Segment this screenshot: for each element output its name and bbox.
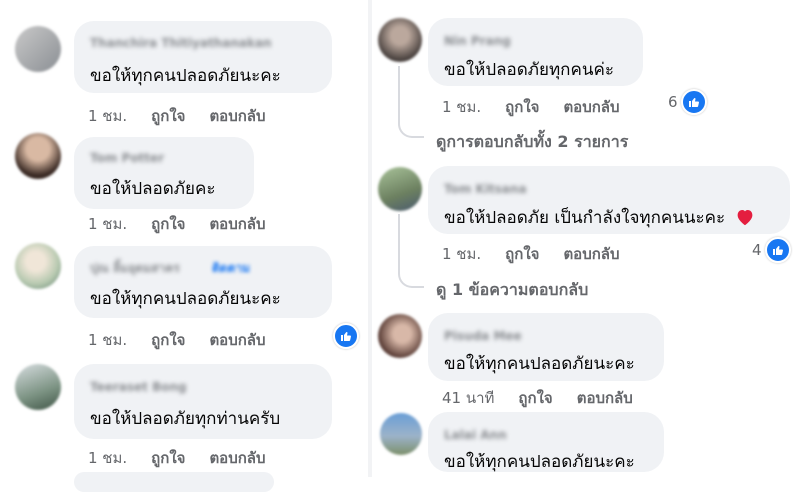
reply-link[interactable]: ตอบกลับ [209,212,265,236]
right-comment-panel: Nin Prang ขอให้ปลอดภัยทุกคนค่ะ 1 ชม. ถูก… [372,0,800,477]
comment-actions: 1 ชม. ถูกใจ ตอบกลับ [88,104,266,128]
comment-time[interactable]: 1 ชม. [88,446,127,470]
commenter-avatar[interactable] [15,364,61,410]
commenter-avatar[interactable] [378,18,422,62]
left-comment-panel: Thanchira Thitiyathanakan ขอให้ทุกคนปลอด… [0,0,372,492]
like-link[interactable]: ถูกใจ [151,328,185,352]
comment-text: ขอให้ปลอดภัยทุกคนค่ะ [444,60,614,80]
comment-text: ขอให้ปลอดภัยคะ [90,179,216,199]
commenter-avatar[interactable] [378,314,422,358]
commenter-avatar[interactable] [380,413,422,455]
like-thumb-icon [333,323,359,349]
reaction-count-value: 4 [752,241,762,259]
commenter-name[interactable]: Lalai Ann [444,428,507,442]
red-heart-icon [737,210,752,226]
comment-bubble-partial [74,472,274,492]
reaction-count[interactable] [333,323,359,349]
reply-link[interactable]: ตอบกลับ [209,104,265,128]
like-thumb-icon [680,89,707,115]
reaction-count[interactable]: 6 [668,89,707,115]
comment-text-body: ขอให้ปลอดภัย เป็นกำลังใจทุกคนนะคะ [444,208,726,228]
commenter-avatar[interactable] [15,26,61,72]
comment-text: ขอให้ทุกคนปลอดภัยนะคะ [444,452,635,472]
reply-link[interactable]: ตอบกลับ [563,242,619,266]
comment-actions: 1 ชม. ถูกใจ ตอบกลับ [88,446,266,470]
reply-link[interactable]: ตอบกลับ [577,386,633,410]
reply-thread-line [398,66,424,138]
reply-link[interactable]: ตอบกลับ [563,95,619,119]
comment-actions: 41 นาที ถูกใจ ตอบกลับ [442,386,633,410]
comment-actions: 1 ชม. ถูกใจ ตอบกลับ [442,242,620,266]
follow-link[interactable]: ติดตาม [212,259,250,278]
commenter-name[interactable]: Tom Kitsana [444,182,527,196]
reply-link[interactable]: ตอบกลับ [209,446,265,470]
reply-thread-line [398,214,424,288]
comment-text: ขอให้ปลอดภัย เป็นกำลังใจทุกคนนะคะ [444,204,755,231]
view-replies-link[interactable]: ดูการตอบกลับทั้ง 2 รายการ [436,130,628,155]
like-link[interactable]: ถูกใจ [505,95,539,119]
like-link[interactable]: ถูกใจ [151,212,185,236]
commenter-name[interactable]: Pisuda Mee [444,329,522,343]
like-link[interactable]: ถูกใจ [505,242,539,266]
comment-text: ขอให้ทุกคนปลอดภัยนะคะ [90,289,281,309]
comment-actions: 1 ชม. ถูกใจ ตอบกลับ [442,95,620,119]
comment-time[interactable]: 41 นาที [442,386,494,410]
reaction-count[interactable]: 4 [752,237,791,263]
comment-time[interactable]: 1 ชม. [88,328,127,352]
commenter-avatar[interactable] [15,243,61,289]
comment-time[interactable]: 1 ชม. [88,104,127,128]
comment-text: ขอให้ทุกคนปลอดภัยนะคะ [444,354,635,374]
commenter-name[interactable]: Nin Prang [444,34,511,48]
reply-link[interactable]: ตอบกลับ [209,328,265,352]
like-thumb-icon [764,237,791,263]
commenter-name[interactable]: Thanchira Thitiyathanakan [90,36,272,50]
like-link[interactable]: ถูกใจ [151,446,185,470]
commenter-avatar[interactable] [378,167,422,211]
commenter-name[interactable]: Teeraset Bong [90,380,187,394]
comment-time[interactable]: 1 ชม. [442,95,481,119]
commenter-avatar[interactable] [15,133,61,179]
like-link[interactable]: ถูกใจ [518,386,552,410]
view-replies-link[interactable]: ดู 1 ข้อความตอบกลับ [436,278,588,303]
comment-actions: 1 ชม. ถูกใจ ตอบกลับ [88,328,266,352]
comment-time[interactable]: 1 ชม. [88,212,127,236]
comment-text: ขอให้ปลอดภัยทุกท่านครับ [90,409,281,429]
comment-text: ขอให้ทุกคนปลอดภัยนะคะ [90,66,281,86]
commenter-name[interactable]: Tom Potter [90,151,164,165]
commenter-name[interactable]: ปุณ ลิ้มอุดมสาคร [90,259,180,278]
reaction-count-value: 6 [668,93,678,111]
like-link[interactable]: ถูกใจ [151,104,185,128]
comment-actions: 1 ชม. ถูกใจ ตอบกลับ [88,212,266,236]
comment-time[interactable]: 1 ชม. [442,242,481,266]
